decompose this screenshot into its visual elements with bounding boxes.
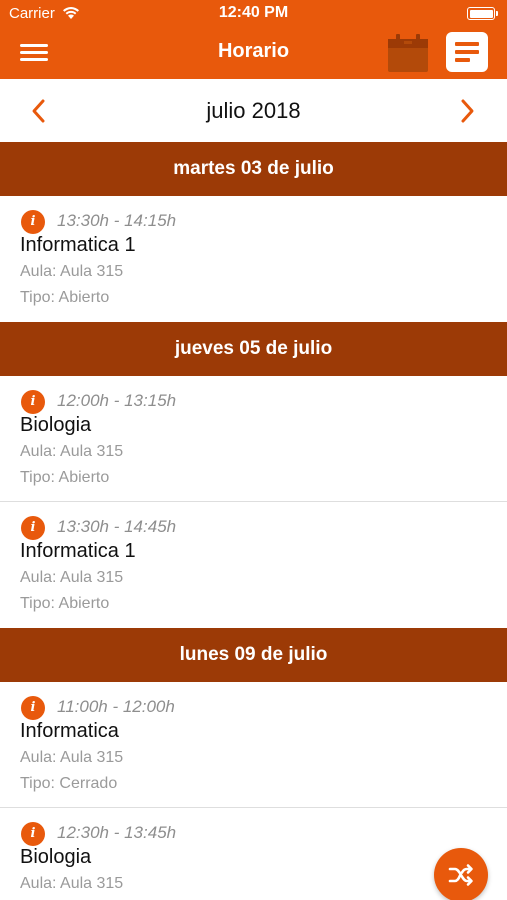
info-icon[interactable]: i — [21, 822, 45, 846]
class-room: Aula: Aula 315 — [20, 749, 124, 766]
class-time: 12:30h - 13:45h — [57, 823, 177, 842]
class-name: Informatica 1 — [20, 234, 136, 256]
class-name: Biologia — [20, 846, 92, 868]
class-time: 13:30h - 14:15h — [57, 211, 177, 230]
class-name: Biologia — [20, 414, 92, 436]
class-item[interactable]: i 13:30h - 14:15h Informatica 1 Aula: Au… — [0, 196, 507, 322]
shuffle-button[interactable] — [434, 848, 488, 900]
class-room: Aula: Aula 315 — [20, 875, 124, 892]
class-name: Informatica 1 — [20, 540, 136, 562]
class-room: Aula: Aula 315 — [20, 569, 124, 586]
schedule-list: martes 03 de julio i 13:30h - 14:15h Inf… — [0, 142, 507, 900]
day-header: jueves 05 de julio — [0, 322, 507, 376]
class-time: 11:00h - 12:00h — [57, 697, 175, 716]
list-view-icon[interactable] — [446, 32, 488, 72]
status-time: 12:40 PM — [218, 4, 289, 21]
class-name: Informatica — [20, 720, 119, 742]
day-header: martes 03 de julio — [0, 142, 507, 196]
info-icon[interactable]: i — [21, 516, 45, 540]
chevron-left-icon[interactable] — [28, 98, 50, 124]
class-type: Tipo: Abierto — [20, 289, 110, 306]
class-item[interactable]: i 12:30h - 13:45h Biologia Aula: Aula 31… — [0, 808, 507, 900]
info-icon[interactable]: i — [21, 390, 45, 414]
shuffle-icon — [448, 864, 473, 886]
calendar-icon[interactable] — [386, 32, 430, 74]
class-type: Tipo: Abierto — [20, 469, 110, 486]
month-navigator: julio 2018 — [0, 79, 507, 142]
class-room: Aula: Aula 315 — [20, 263, 124, 280]
class-item[interactable]: i 11:00h - 12:00h Informatica Aula: Aula… — [0, 682, 507, 808]
class-item[interactable]: i 13:30h - 14:45h Informatica 1 Aula: Au… — [0, 502, 507, 628]
hamburger-menu-icon[interactable] — [20, 42, 48, 64]
class-type: Tipo: Cerrado — [20, 775, 118, 792]
nav-bar: Horario — [0, 28, 507, 79]
class-time: 13:30h - 14:45h — [57, 517, 177, 536]
class-item[interactable]: i 12:00h - 13:15h Biologia Aula: Aula 31… — [0, 376, 507, 502]
class-time: 12:00h - 13:15h — [57, 391, 177, 410]
class-room: Aula: Aula 315 — [20, 443, 124, 460]
chevron-right-icon[interactable] — [456, 98, 478, 124]
info-icon[interactable]: i — [21, 696, 45, 720]
status-bar: Carrier 12:40 PM — [0, 0, 507, 28]
page-title: Horario — [217, 40, 290, 62]
day-header: lunes 09 de julio — [0, 628, 507, 682]
info-icon[interactable]: i — [21, 210, 45, 234]
month-label: julio 2018 — [206, 98, 301, 123]
battery-icon — [467, 7, 498, 20]
class-type: Tipo: Abierto — [20, 595, 110, 612]
